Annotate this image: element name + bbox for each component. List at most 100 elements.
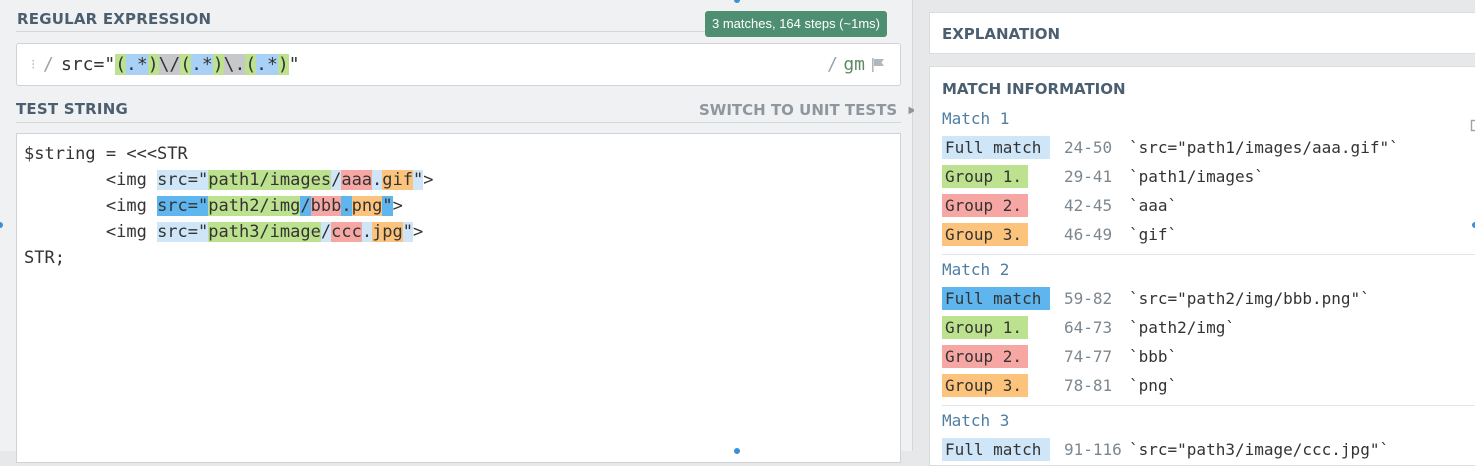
highlighted-segment: " [413,170,423,190]
match-row[interactable]: Group 3.78-81`png` [942,374,1462,397]
text-segment: STR; [24,248,65,268]
test-string-line: $string = <<<STR [24,141,434,167]
regex-input[interactable]: ⁝ / src="(.*)\/(.*)\.(.*)" / gm [16,43,901,86]
match-value: `bbb` [1129,345,1177,368]
regex-delimiter-open: / [43,54,54,75]
highlighted-segment: path2/img [208,196,300,216]
highlighted-segment: " [382,196,392,216]
test-string-text[interactable]: $string = <<<STR <img src="path1/images/… [24,141,434,271]
switch-to-unit-tests-label: SWITCH TO UNIT TESTS [699,101,897,119]
regex-token: ) [148,54,159,75]
highlighted-segment: path3/image [208,222,321,242]
match-value: `gif` [1129,223,1177,246]
flag-icon[interactable] [870,57,886,73]
text-segment: > [393,196,403,216]
match-separator [942,405,1475,406]
regex-token: ( [245,54,256,75]
match-range: 91-116 [1064,438,1122,461]
match-value: `path1/images` [1129,165,1264,188]
match-row[interactable]: Full match59-82`src="path2/img/bbb.png"` [942,287,1462,310]
highlighted-segment: / [300,196,310,216]
highlighted-segment: src=" [157,196,208,216]
test-string-label: TEST STRING [16,100,128,118]
switch-to-unit-tests-button[interactable]: SWITCH TO UNIT TESTS ▶ [699,101,916,119]
match-row[interactable]: Full match24-50`src="path1/images/aaa.gi… [942,136,1462,159]
match-group-label: Group 3. [942,374,1028,397]
test-string-line: <img src="path2/img/bbb.png"> [24,193,434,219]
match-count-badge: 3 matches, 164 steps (~1ms) [705,11,887,37]
highlighted-segment: src=" [157,222,208,242]
match-range: 29-41 [1064,165,1112,188]
resize-handle-left[interactable] [0,222,3,228]
match-group-label: Full match [942,438,1050,461]
match-row[interactable]: Full match91-116`src="path3/image/ccc.jp… [942,438,1462,461]
match-value: `src="path2/img/bbb.png"` [1129,287,1370,310]
divider [16,31,705,32]
regex-token: .* [191,54,213,75]
match-range: 64-73 [1064,316,1112,339]
match-title: Match 3 [942,411,1009,430]
regex-token: \/ [159,54,181,75]
regex-token: .* [126,54,148,75]
regex-token: .* [256,54,278,75]
highlighted-segment: . [341,196,351,216]
match-group-label: Group 1. [942,316,1028,339]
regex-section-label: REGULAR EXPRESSION [17,10,211,28]
test-string-line: STR; [24,245,434,271]
match-range: 24-50 [1064,136,1112,159]
regex-token: \. [224,54,246,75]
match-title: Match 1 [942,109,1009,128]
highlighted-segment: bbb [311,196,342,216]
explanation-panel[interactable]: EXPLANATION [929,12,1475,54]
match-value: `png` [1129,374,1177,397]
highlighted-segment: / [331,170,341,190]
match-row[interactable]: Group 2. 42-45 `aaa` [942,194,1462,217]
highlighted-segment: . [362,222,372,242]
test-string-editor[interactable]: $string = <<<STR <img src="path1/images/… [16,133,901,463]
share-icon[interactable] [1470,116,1475,132]
highlighted-segment: " [403,222,413,242]
highlighted-segment: / [321,222,331,242]
match-row[interactable]: Group 3.46-49`gif` [942,223,1462,246]
regex-token: ) [213,54,224,75]
text-segment: <img [24,196,157,216]
regex-flags[interactable]: gm [843,54,865,75]
editor-pane: REGULAR EXPRESSION 3 matches, 164 steps … [0,0,913,451]
match-range: 46-49 [1064,223,1112,246]
sidebar: EXPLANATION MATCH INFORMATION Match 1 Ful… [914,0,1475,451]
text-segment: <img [24,170,157,190]
text-segment: > [413,222,423,242]
match-range: 42-45 [1064,194,1112,217]
resize-handle-top[interactable] [734,0,740,3]
divider [16,122,901,123]
regex-token: ) [278,54,289,75]
resize-handle-bottom[interactable] [734,448,740,454]
match-group-label: Group 2. [942,194,1028,217]
match-row[interactable]: Group 1. 64-73 `path2/img` [942,316,1462,339]
regex-delimiter-close: / [827,54,838,75]
regex-token: " [289,54,300,75]
regex-token: src=" [61,54,115,75]
match-separator [942,254,1475,255]
text-segment: <img [24,222,157,242]
test-string-line: <img src="path3/image/ccc.jpg"> [24,219,434,245]
match-row[interactable]: Group 2. 74-77 `bbb` [942,345,1462,368]
match-range: 59-82 [1064,287,1112,310]
match-value: `path2/img` [1129,316,1235,339]
match-value: `aaa` [1129,194,1177,217]
match-information-title: MATCH INFORMATION [942,80,1126,98]
match-row[interactable]: Group 1. 29-41 `path1/images` [942,165,1462,188]
text-segment: $string = <<<STR [24,144,188,164]
highlighted-segment: ccc [331,222,362,242]
match-group-label: Group 1. [942,165,1028,188]
highlighted-segment: gif [382,170,413,190]
match-range: 74-77 [1064,345,1112,368]
highlighted-segment: path1/images [208,170,331,190]
match-title: Match 2 [942,260,1009,279]
highlighted-segment: jpg [372,222,403,242]
grip-icon[interactable]: ⁝ [31,56,35,73]
match-information-panel: MATCH INFORMATION Match 1Full match24-50… [929,66,1475,466]
regex-pattern[interactable]: src="(.*)\/(.*)\.(.*)" [61,54,300,75]
match-group-label: Group 2. [942,345,1028,368]
regex-token: ( [115,54,126,75]
